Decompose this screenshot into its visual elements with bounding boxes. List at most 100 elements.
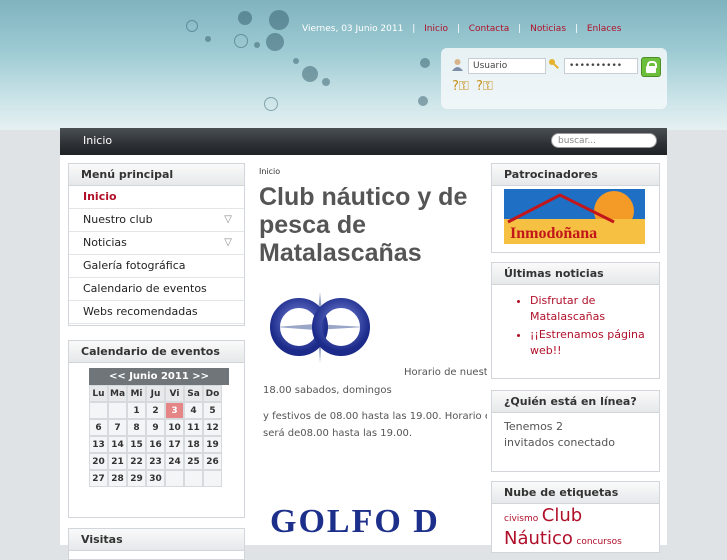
calendar-empty-cell — [165, 470, 184, 487]
help-icon[interactable]: ?⚿ — [452, 79, 469, 94]
decor-bubble — [418, 96, 428, 106]
calendar-day[interactable]: 3 — [165, 402, 184, 419]
calendar-day-name: Mi — [127, 385, 146, 402]
calendar-day[interactable]: 5 — [203, 402, 222, 419]
calendar-empty-cell — [184, 470, 203, 487]
calendar-title: Calendario de eventos — [69, 341, 244, 363]
calendar-day[interactable]: 7 — [108, 419, 127, 436]
calendar-day[interactable]: 9 — [146, 419, 165, 436]
calendar-day[interactable]: 1 — [127, 402, 146, 419]
calendar-day[interactable]: 15 — [127, 436, 146, 453]
password-value: •••••••••• — [569, 61, 623, 71]
online-title: ¿Quién está en línea? — [492, 391, 659, 413]
decor-bubble — [420, 58, 430, 68]
calendar-day[interactable]: 20 — [89, 453, 108, 470]
password-field[interactable]: •••••••••• — [564, 58, 638, 74]
calendar-day[interactable]: 4 — [184, 402, 203, 419]
calendar-day[interactable]: 21 — [108, 453, 127, 470]
lock-icon[interactable] — [641, 57, 661, 77]
decor-bubble — [266, 33, 284, 51]
username-field[interactable]: Usuario — [468, 58, 546, 74]
top-link-contacta[interactable]: Contacta — [469, 24, 510, 34]
content-text: y festivos de 08.00 hasta las 19.00. Hor… — [263, 411, 497, 422]
online-guests: invitados conectado — [504, 436, 615, 449]
search-placeholder: buscar... — [558, 136, 597, 146]
calendar-day[interactable]: 29 — [127, 470, 146, 487]
calendar-next[interactable]: >> — [192, 371, 209, 382]
calendar-day-name: Lu — [89, 385, 108, 402]
menu-label: Nuestro club — [83, 213, 153, 226]
menu-label: Noticias — [83, 236, 127, 249]
visits-panel: Visitas — [68, 528, 245, 560]
decor-bubble — [293, 58, 299, 64]
menu-label: Calendario de eventos — [83, 282, 207, 295]
calendar-day[interactable]: 18 — [184, 436, 203, 453]
online-panel: ¿Quién está en línea? Tenemos 2 invitado… — [491, 390, 660, 472]
calendar-day-name: Vi — [165, 385, 184, 402]
tag-link[interactable]: Náutico — [504, 528, 573, 549]
calendar-day-name: Do — [203, 385, 222, 402]
menu-label: Inicio — [83, 190, 117, 203]
user-icon — [451, 58, 463, 71]
key-icon — [548, 58, 560, 70]
news-panel: Últimas noticias Disfrutar de Matalascañ… — [491, 262, 660, 379]
calendar-prev[interactable]: << — [109, 371, 126, 382]
calendar-day[interactable]: 30 — [146, 470, 165, 487]
tag-link[interactable]: civismo — [504, 514, 538, 524]
online-text: Tenemos 2 invitados conectado — [492, 413, 659, 451]
menu-item-galeria[interactable]: Galería fotográfica — [69, 255, 244, 278]
menu-label: Webs recomendadas — [83, 305, 198, 318]
calendar-day[interactable]: 11 — [184, 419, 203, 436]
calendar-day[interactable]: 23 — [146, 453, 165, 470]
top-link-enlaces[interactable]: Enlaces — [587, 24, 622, 34]
calendar-day[interactable]: 14 — [108, 436, 127, 453]
calendar-day[interactable]: 28 — [108, 470, 127, 487]
tag-link[interactable]: Club — [542, 505, 582, 526]
main-menu: Menú principal Inicio Nuestro club ▽ Noti… — [68, 163, 245, 326]
calendar-day[interactable]: 24 — [165, 453, 184, 470]
calendar-day[interactable]: 6 — [89, 419, 108, 436]
calendar-day[interactable]: 2 — [146, 402, 165, 419]
calendar-grid: 1 2 3 4 5 6 7 8 9 10 11 12 13 14 15 16 17 18 19 20 21 22 23 24 2… — [89, 402, 229, 487]
calendar-week: 20 21 22 23 24 25 26 — [89, 453, 229, 470]
help-icon[interactable]: ?⚿ — [476, 79, 493, 94]
menu-item-calendario[interactable]: Calendario de eventos — [69, 278, 244, 301]
decor-bubble — [254, 42, 260, 48]
calendar: << Junio 2011 >> Lu Ma Mi Ju Vi Sa Do 12… — [89, 368, 229, 487]
calendar-day[interactable]: 19 — [203, 436, 222, 453]
sponsors-title: Patrocinadores — [492, 164, 659, 186]
calendar-day[interactable]: 10 — [165, 419, 184, 436]
sponsor-banner[interactable]: Inmodoñana — [504, 189, 645, 244]
chevron-down-icon[interactable]: ▽ — [224, 232, 232, 254]
top-link-noticias[interactable]: Noticias — [530, 24, 566, 34]
search-input[interactable]: buscar... — [551, 133, 657, 148]
decor-bubble — [205, 36, 211, 42]
news-item[interactable]: ¡¡Estrenamos página web!! — [530, 327, 659, 359]
calendar-day[interactable]: 25 — [184, 453, 203, 470]
nav-home[interactable]: Inicio — [83, 134, 112, 147]
visits-title: Visitas — [69, 529, 244, 551]
calendar-days-row: Lu Ma Mi Ju Vi Sa Do — [89, 385, 229, 402]
news-list: Disfrutar de Matalascañas ¡¡Estrenamos p… — [492, 293, 659, 359]
calendar-day[interactable]: 27 — [89, 470, 108, 487]
breadcrumb[interactable]: Inicio — [259, 167, 280, 176]
chevron-down-icon[interactable]: ▽ — [224, 209, 232, 231]
tag-link[interactable]: concursos — [576, 537, 621, 547]
news-item[interactable]: Disfrutar de Matalascañas — [530, 293, 659, 325]
calendar-week: 12345 — [89, 402, 229, 419]
calendar-day[interactable]: 17 — [165, 436, 184, 453]
top-link-inicio[interactable]: Inicio — [424, 24, 448, 34]
menu-item-nuestro-club[interactable]: Nuestro club ▽ — [69, 209, 244, 232]
calendar-day[interactable]: 8 — [127, 419, 146, 436]
calendar-day[interactable]: 12 — [203, 419, 222, 436]
calendar-day[interactable]: 26 — [203, 453, 222, 470]
menu-item-webs[interactable]: Webs recomendadas — [69, 301, 244, 324]
calendar-day[interactable]: 16 — [146, 436, 165, 453]
calendar-day[interactable]: 22 — [127, 453, 146, 470]
calendar-week: 6 7 8 9 10 11 12 — [89, 419, 229, 436]
calendar-day[interactable]: 13 — [89, 436, 108, 453]
menu-item-inicio[interactable]: Inicio — [69, 186, 244, 209]
menu-item-noticias[interactable]: Noticias ▽ — [69, 232, 244, 255]
decor-bubble — [264, 97, 278, 111]
decor-bubble — [186, 20, 198, 32]
